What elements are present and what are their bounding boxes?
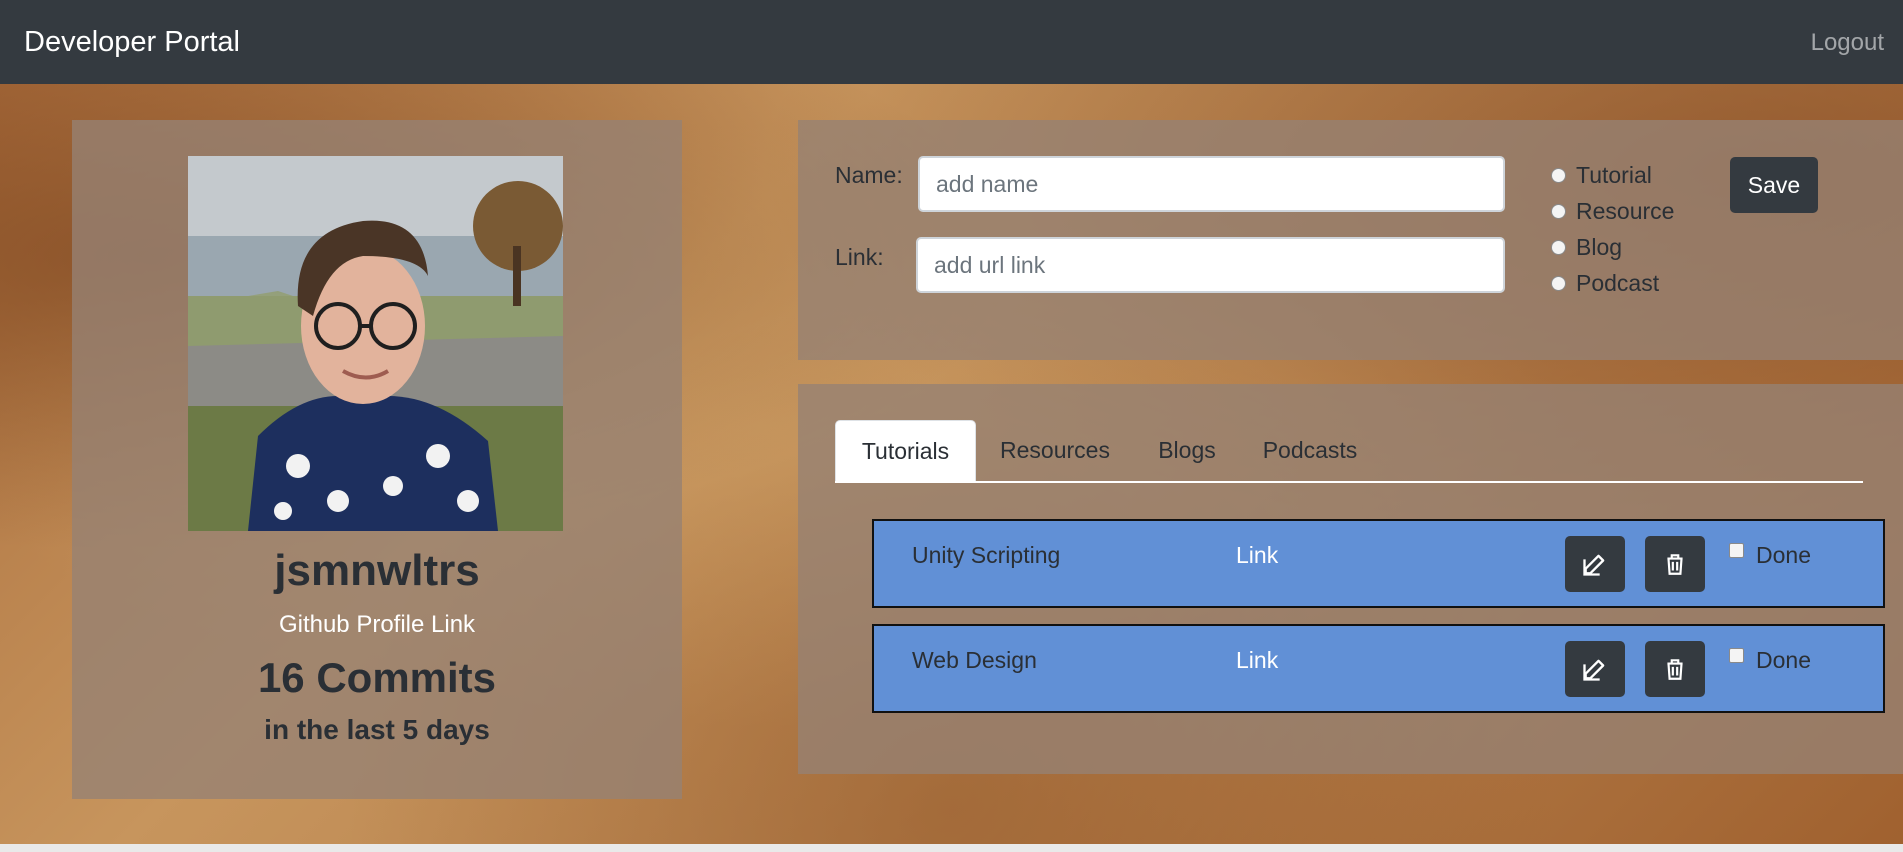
- logout-link[interactable]: Logout: [1811, 28, 1884, 58]
- avatar-photo: [188, 156, 563, 531]
- radio-label: Tutorial: [1576, 162, 1652, 188]
- radio-button[interactable]: [1551, 167, 1566, 183]
- radio-blog[interactable]: Blog: [1551, 233, 1622, 261]
- done-label: Done: [1756, 647, 1811, 673]
- edit-button[interactable]: [1565, 641, 1625, 697]
- done-checkbox[interactable]: [1729, 543, 1744, 558]
- tab-bar: Tutorials Resources Blogs Podcasts: [835, 420, 1863, 483]
- navbar: Developer Portal Logout: [0, 0, 1903, 84]
- tab-blogs[interactable]: Blogs: [1134, 420, 1240, 481]
- horizontal-scrollbar[interactable]: [0, 844, 1903, 852]
- commit-period: in the last 5 days: [264, 714, 490, 745]
- save-button[interactable]: Save: [1730, 157, 1818, 213]
- commit-count: 16 Commits: [257, 654, 497, 701]
- done-label: Done: [1756, 542, 1811, 568]
- brand-link[interactable]: Developer Portal: [24, 24, 240, 60]
- list-item: Web Design Link Done: [872, 624, 1885, 713]
- tab-resources[interactable]: Resources: [976, 420, 1134, 481]
- tab-podcasts[interactable]: Podcasts: [1240, 420, 1380, 481]
- edit-icon: [1583, 659, 1605, 681]
- profile-card: jsmnwltrs Github Profile Link 16 Commits…: [72, 120, 682, 799]
- delete-button[interactable]: [1645, 536, 1705, 592]
- name-label: Name:: [835, 162, 903, 188]
- done-checkbox[interactable]: [1729, 648, 1744, 663]
- list-item: Unity Scripting Link Done: [872, 519, 1885, 608]
- item-title: Unity Scripting: [912, 542, 1061, 568]
- item-link[interactable]: Link: [1236, 541, 1278, 569]
- avatar: [188, 156, 563, 531]
- radio-tutorial[interactable]: Tutorial: [1551, 161, 1652, 189]
- edit-button[interactable]: [1565, 536, 1625, 592]
- item-link[interactable]: Link: [1236, 646, 1278, 674]
- radio-label: Podcast: [1576, 270, 1660, 296]
- radio-resource[interactable]: Resource: [1551, 197, 1674, 225]
- radio-button[interactable]: [1551, 239, 1566, 255]
- tab-tutorials[interactable]: Tutorials: [835, 420, 976, 481]
- add-resource-form: Name: Link: Tutorial Resource Blog Podca…: [798, 120, 1903, 360]
- radio-podcast[interactable]: Podcast: [1551, 269, 1659, 297]
- username: jsmnwltrs: [274, 546, 480, 595]
- link-label: Link:: [835, 244, 884, 270]
- radio-label: Blog: [1576, 234, 1623, 260]
- radio-button[interactable]: [1551, 203, 1566, 219]
- radio-button[interactable]: [1551, 275, 1566, 291]
- radio-label: Resource: [1576, 198, 1675, 224]
- trash-icon: [1667, 659, 1683, 680]
- resource-list-panel: Tutorials Resources Blogs Podcasts Unity…: [798, 384, 1903, 774]
- edit-icon: [1583, 554, 1605, 576]
- trash-icon: [1667, 554, 1683, 575]
- name-input[interactable]: [918, 156, 1505, 212]
- github-profile-link[interactable]: Github Profile Link: [72, 610, 682, 640]
- item-title: Web Design: [912, 647, 1037, 673]
- delete-button[interactable]: [1645, 641, 1705, 697]
- link-input[interactable]: [916, 237, 1505, 293]
